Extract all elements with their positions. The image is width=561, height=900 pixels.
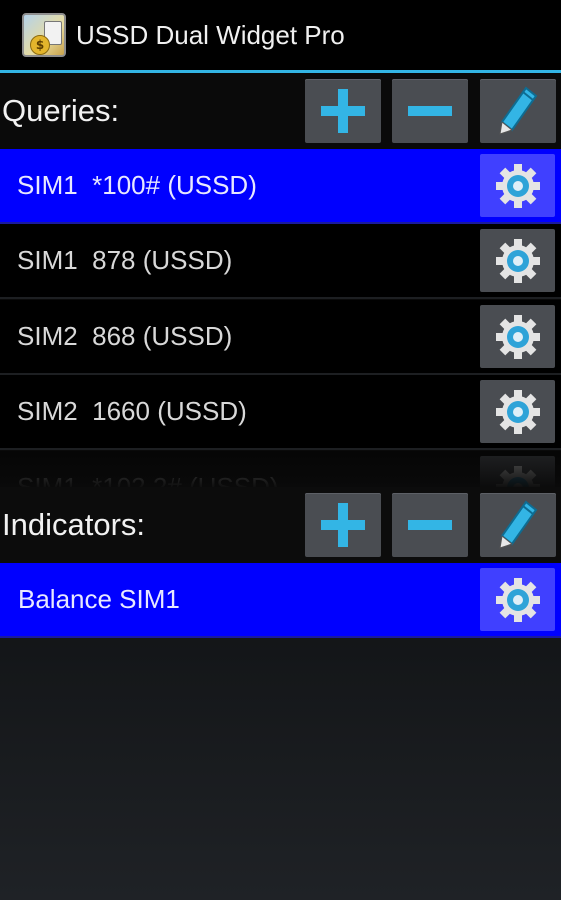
title-bar: $ USSD Dual Widget Pro [0, 0, 561, 70]
indicator-settings-button[interactable] [480, 568, 555, 631]
query-row[interactable]: SIM1 878 (USSD) [0, 224, 561, 299]
app-title: USSD Dual Widget Pro [76, 19, 345, 50]
gear-icon [495, 577, 540, 622]
query-settings-button[interactable] [480, 305, 555, 368]
query-row[interactable]: SIM2 868 (USSD) [0, 300, 561, 375]
minus-icon [408, 520, 452, 530]
plus-icon [321, 503, 365, 547]
gear-icon [495, 389, 540, 434]
indicators-add-button[interactable] [305, 493, 381, 557]
query-settings-button[interactable] [480, 229, 555, 292]
query-row[interactable]: SIM1 *100# (USSD) [0, 149, 561, 224]
pencil-icon [499, 86, 538, 135]
gear-icon [495, 238, 540, 283]
indicators-label: Indicators: [2, 507, 146, 542]
query-label: SIM1 878 (USSD) [17, 245, 233, 275]
minus-icon [408, 106, 452, 116]
query-row[interactable]: SIM2 1660 (USSD) [0, 375, 561, 450]
queries-add-button[interactable] [305, 79, 381, 143]
queries-remove-button[interactable] [392, 79, 468, 143]
app-icon: $ [22, 13, 66, 57]
plus-icon [321, 89, 365, 133]
gear-icon [495, 163, 540, 208]
indicators-remove-button[interactable] [392, 493, 468, 557]
query-label: SIM1 *100# (USSD) [17, 170, 257, 200]
queries-edit-button[interactable] [480, 79, 556, 143]
queries-label: Queries: [2, 93, 120, 128]
gear-icon [495, 314, 540, 359]
query-label: SIM2 868 (USSD) [17, 321, 233, 351]
queries-header: Queries: [0, 73, 561, 149]
query-label: SIM2 1660 (USSD) [17, 396, 247, 426]
indicator-label: Balance SIM1 [18, 584, 180, 614]
query-settings-button[interactable] [480, 380, 555, 443]
indicator-row[interactable]: Balance SIM1 [0, 563, 561, 638]
indicators-header: Indicators: [0, 487, 561, 563]
pencil-icon [499, 500, 538, 549]
indicators-edit-button[interactable] [480, 493, 556, 557]
query-settings-button[interactable] [480, 154, 555, 217]
coin-shape: $ [30, 35, 50, 55]
